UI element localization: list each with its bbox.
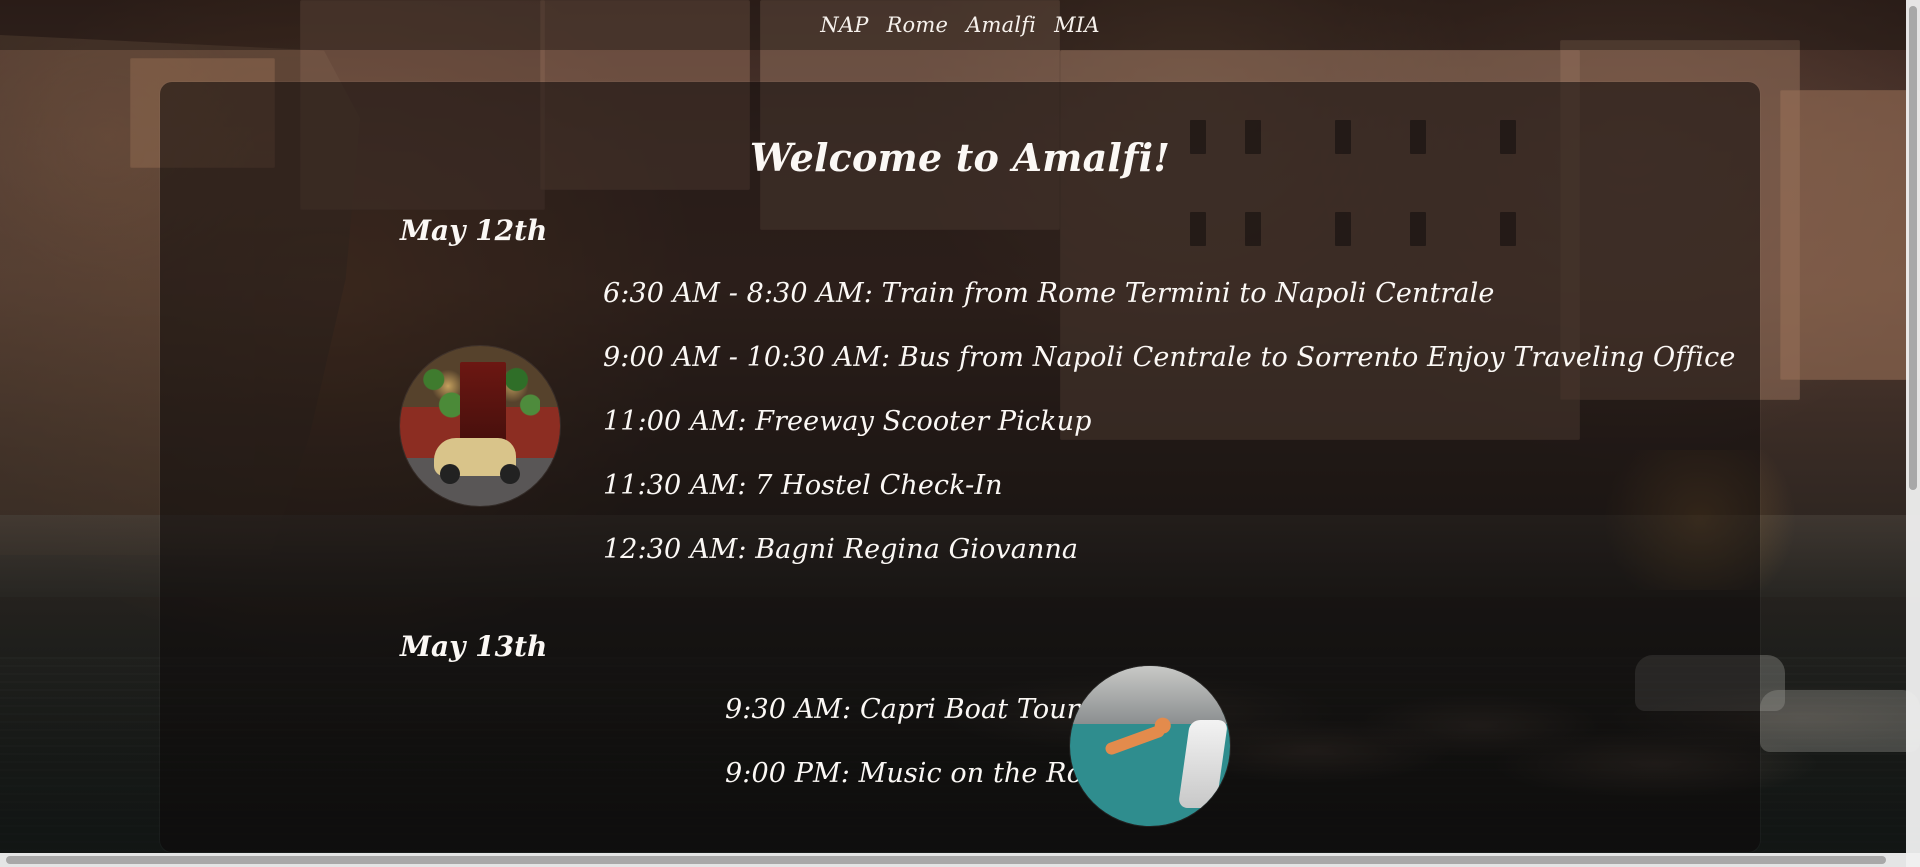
vertical-scrollbar-thumb[interactable] bbox=[1909, 6, 1917, 490]
diver-icon bbox=[1103, 723, 1167, 757]
day-label-may-13: May 13th bbox=[400, 630, 548, 663]
horizontal-scrollbar-thumb[interactable] bbox=[6, 856, 1886, 864]
event-item: 9:30 AM: Capri Boat Tour bbox=[725, 694, 1080, 725]
diving-photo bbox=[1070, 666, 1230, 826]
boat-icon bbox=[1177, 720, 1229, 808]
itinerary-panel: Welcome to Amalfi! May 12th 6:30 AM - 8:… bbox=[160, 82, 1760, 852]
event-item: 9:00 PM: Music on the Rocks bbox=[725, 758, 1129, 789]
horizontal-scrollbar[interactable] bbox=[0, 853, 1920, 867]
event-item: 6:30 AM - 8:30 AM: Train from Rome Termi… bbox=[603, 278, 1495, 309]
nav-link-amalfi[interactable]: Amalfi bbox=[966, 13, 1036, 37]
event-item: 9:00 AM - 10:30 AM: Bus from Napoli Cent… bbox=[603, 342, 1736, 373]
nav-link-nap[interactable]: NAP bbox=[820, 13, 868, 37]
scooter-wheel-icon bbox=[500, 464, 520, 484]
scooter-wheel-icon bbox=[440, 464, 460, 484]
nav-link-mia[interactable]: MIA bbox=[1054, 13, 1100, 37]
page-title: Welcome to Amalfi! bbox=[749, 135, 1171, 181]
parked-car bbox=[1760, 690, 1920, 752]
scooter-photo bbox=[400, 346, 560, 506]
vertical-scrollbar[interactable] bbox=[1906, 0, 1920, 867]
page-viewport: NAP Rome Amalfi MIA Welcome to Amalfi! M… bbox=[0, 0, 1920, 867]
building-background bbox=[1780, 90, 1920, 380]
event-item: 11:30 AM: 7 Hostel Check-In bbox=[603, 470, 1003, 501]
event-item: 11:00 AM: Freeway Scooter Pickup bbox=[603, 406, 1092, 437]
top-navigation: NAP Rome Amalfi MIA bbox=[0, 0, 1920, 50]
event-item: 12:30 AM: Bagni Regina Giovanna bbox=[603, 534, 1079, 565]
nav-link-rome[interactable]: Rome bbox=[887, 13, 949, 37]
cliff-rock bbox=[1070, 666, 1230, 724]
day-label-may-12: May 12th bbox=[400, 214, 548, 247]
